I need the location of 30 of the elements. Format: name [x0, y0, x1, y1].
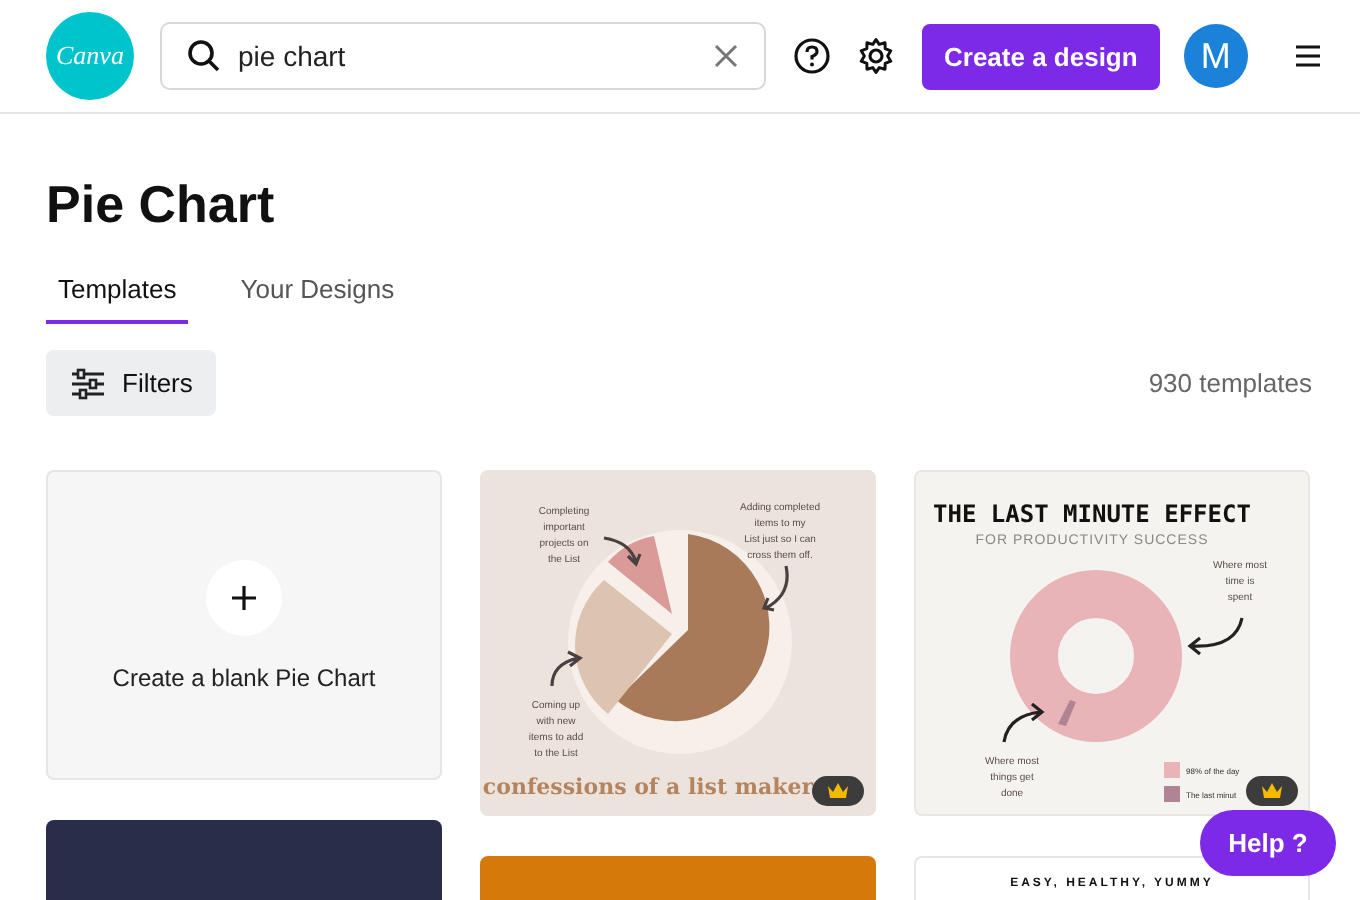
tab[interactable]: Templates: [46, 266, 189, 324]
page-title: Pie Chart: [46, 172, 277, 238]
curved-arrow: [550, 650, 582, 688]
template-title: THE LAST MINUTE EFFECT: [933, 500, 1251, 528]
create-blank-card[interactable]: Create a blank Pie Chart: [46, 470, 442, 780]
settings-icon[interactable]: [856, 36, 896, 76]
template-count: 930 templates: [1148, 368, 1312, 398]
help-button[interactable]: Help ?: [1200, 810, 1336, 876]
filters-button[interactable]: Filters: [46, 350, 217, 416]
crown-icon: [1260, 782, 1284, 800]
clear-icon[interactable]: [712, 42, 740, 70]
search-bar[interactable]: pie chart: [160, 22, 766, 90]
avatar[interactable]: M: [1183, 24, 1248, 88]
tab[interactable]: Your Designs: [228, 266, 407, 324]
legend-swatch: [1164, 762, 1180, 778]
crown-icon: [826, 782, 850, 800]
menu-icon[interactable]: [1293, 44, 1322, 68]
search-input[interactable]: pie chart: [238, 40, 696, 72]
card-label: Create a blank Pie Chart: [112, 663, 376, 691]
curved-arrow: [602, 536, 642, 566]
create-design-button[interactable]: Create a design: [922, 23, 1160, 89]
search-icon: [186, 38, 222, 74]
legend-swatch: [1164, 786, 1180, 802]
curved-arrow: [762, 564, 789, 612]
template-title: confessions of a list maker: [482, 774, 814, 800]
sliders-icon: [70, 367, 106, 399]
curved-arrow: [1002, 702, 1044, 744]
curved-arrow: [1188, 616, 1244, 656]
plus-icon: [206, 559, 282, 635]
help-icon[interactable]: [792, 36, 832, 76]
